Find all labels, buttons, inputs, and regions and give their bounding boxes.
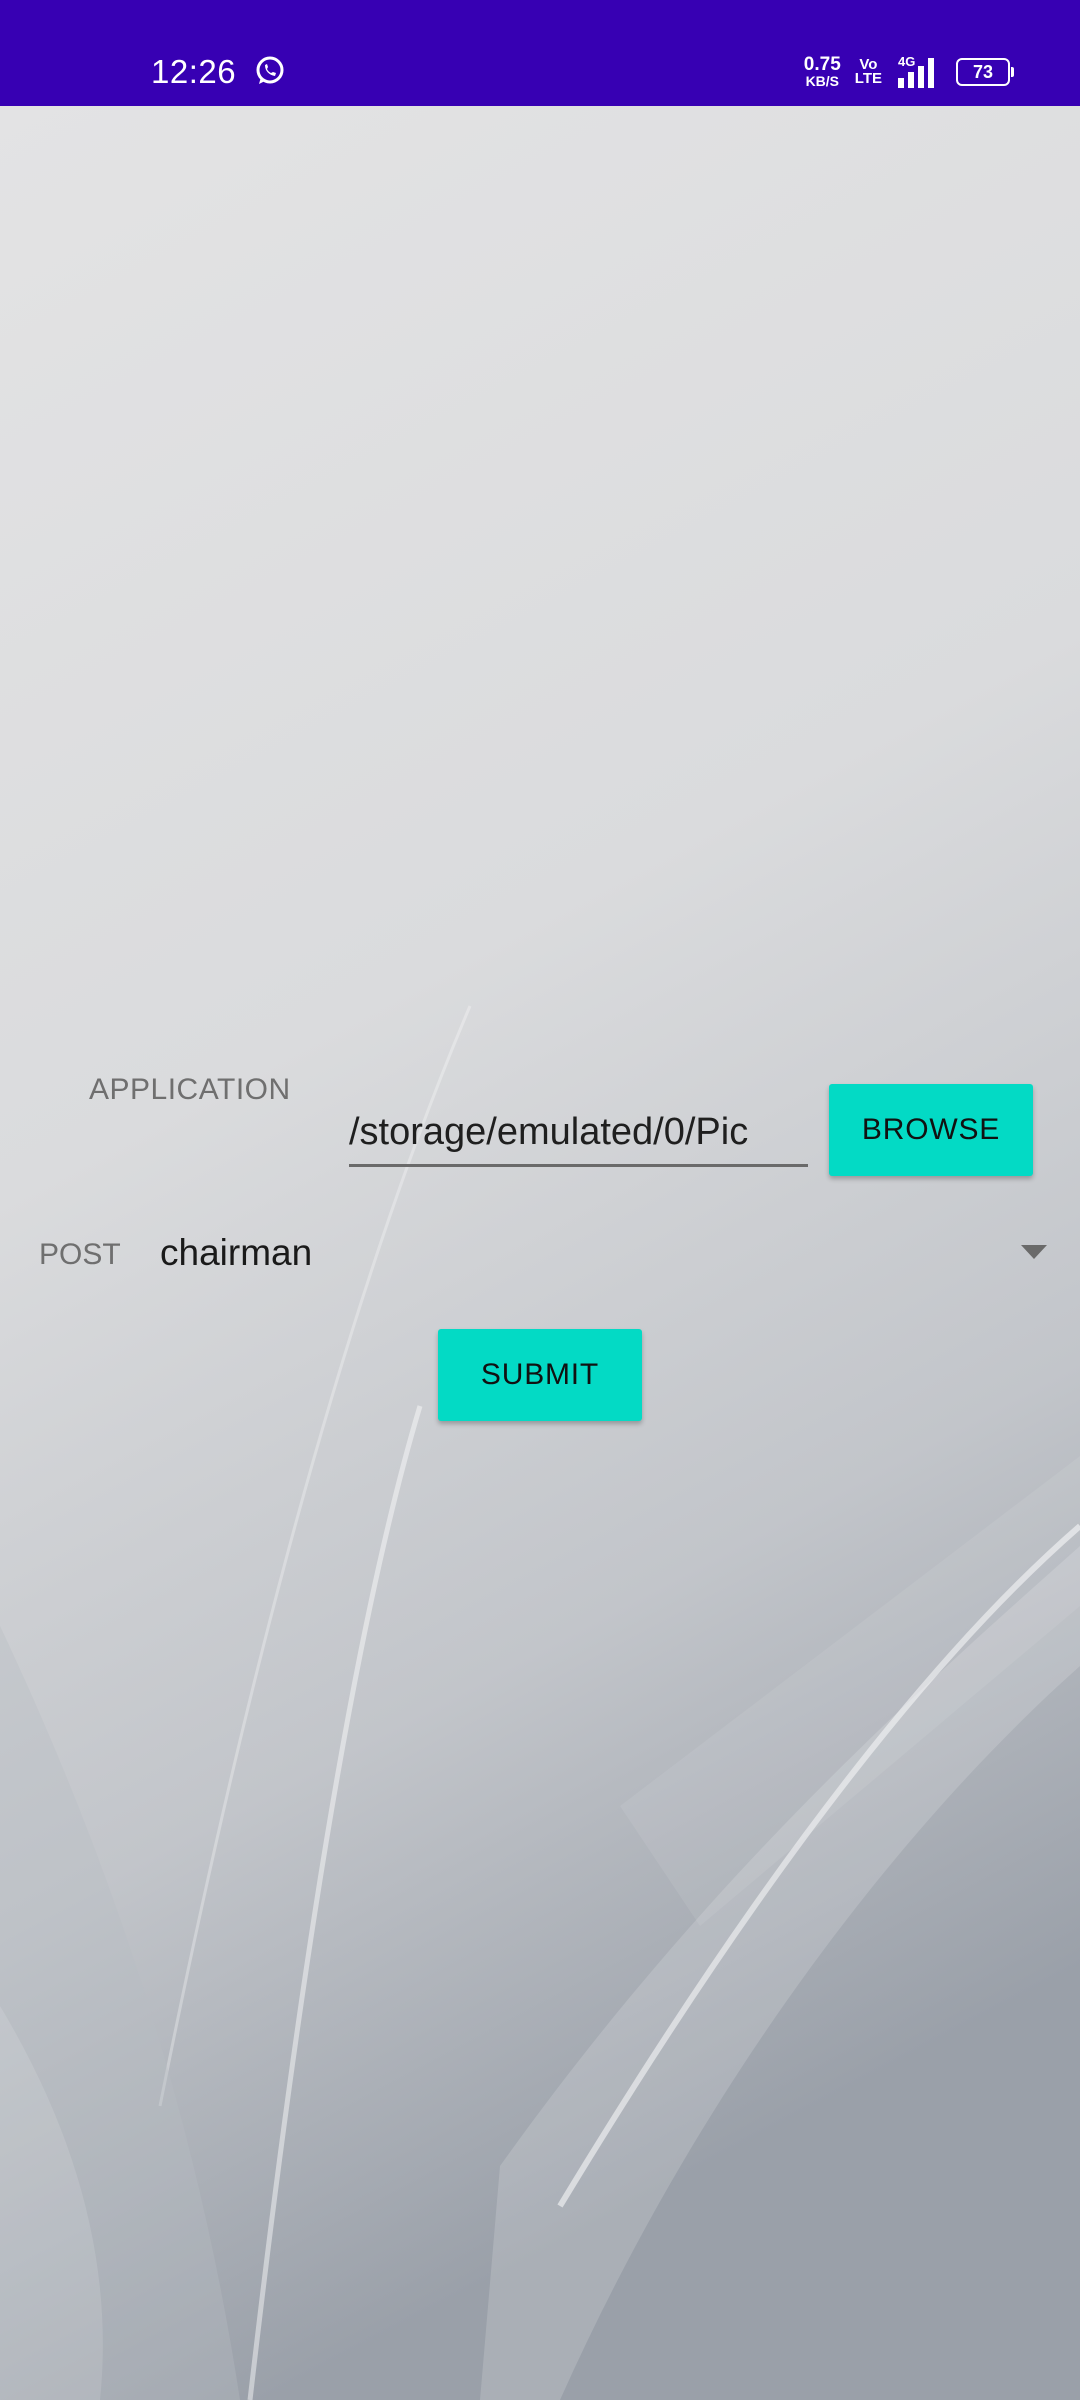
network-speed: 0.75 KB/S — [803, 54, 841, 89]
signal-icon: 4G — [898, 54, 934, 88]
application-label: APPLICATION — [89, 1073, 291, 1106]
post-label: POST — [39, 1238, 121, 1271]
app-screen: 12:26 0.75 KB/S Vo LTE 4G 73 APPLICATION… — [0, 0, 1080, 2400]
dropdown-arrow-icon — [1021, 1245, 1047, 1259]
status-bar: 12:26 0.75 KB/S Vo LTE 4G 73 — [0, 0, 1080, 106]
file-path-field[interactable] — [349, 1100, 808, 1167]
speed-value: 0.75 — [803, 54, 841, 75]
network-type: 4G — [898, 54, 915, 69]
whatsapp-icon — [256, 56, 284, 84]
submit-button[interactable]: SUBMIT — [438, 1329, 642, 1421]
post-selected-value: chairman — [160, 1232, 313, 1273]
battery-level: 73 — [972, 61, 994, 82]
volte-bottom: LTE — [854, 70, 882, 87]
status-indicators: 0.75 KB/S Vo LTE 4G 73 — [803, 52, 1014, 92]
post-dropdown[interactable]: chairman — [150, 1215, 1060, 1295]
volte-indicator: Vo LTE — [854, 57, 882, 87]
browse-button[interactable]: BROWSE — [829, 1084, 1033, 1176]
status-time: 12:26 — [151, 53, 237, 90]
speed-unit: KB/S — [805, 73, 840, 89]
battery-icon: 73 — [956, 58, 1014, 86]
